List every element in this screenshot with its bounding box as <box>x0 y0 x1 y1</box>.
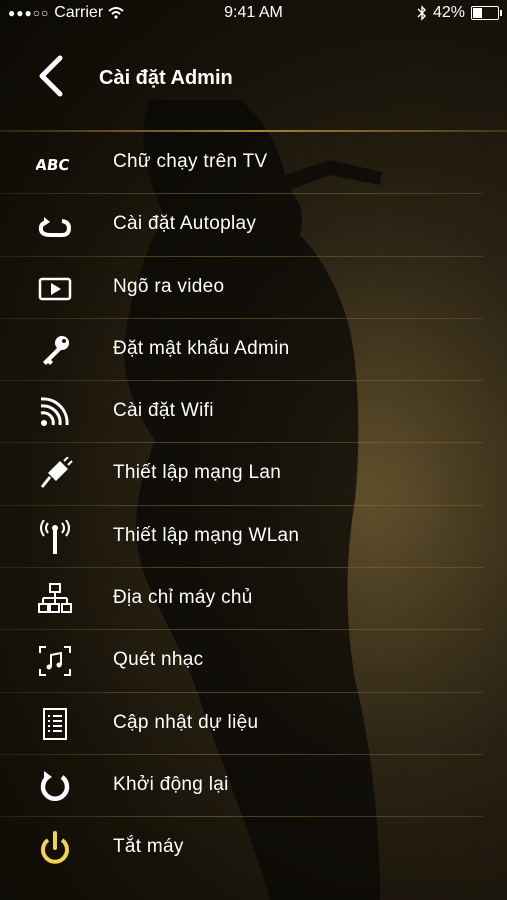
back-chevron-icon[interactable] <box>36 54 66 98</box>
bluetooth-icon <box>417 5 426 21</box>
server-network-icon <box>36 582 74 616</box>
menu-item-restart[interactable]: Khởi động lại <box>0 755 507 818</box>
menu-item-music-scan[interactable]: Quét nhạc <box>0 630 507 693</box>
menu-item-video-output[interactable]: Ngõ ra video <box>0 257 507 319</box>
menu-item-admin-password[interactable]: Đặt mật khẩu Admin <box>0 319 507 382</box>
menu-item-label: Ngõ ra video <box>113 275 225 297</box>
menu-item-shutdown[interactable]: Tắt máy <box>0 817 507 879</box>
lan-cable-icon <box>36 456 74 491</box>
wifi-icon <box>36 395 74 429</box>
autoplay-loop-icon <box>36 208 74 242</box>
battery-percent: 42% <box>432 4 465 21</box>
menu-item-lan-settings[interactable]: Thiết lập mạng Lan <box>0 443 507 506</box>
menu-item-label: Thiết lập mạng Lan <box>113 462 282 484</box>
menu-item-data-update[interactable]: Cập nhật dự liệu <box>0 693 507 755</box>
menu-item-autoplay[interactable]: Cài đặt Autoplay <box>0 194 507 257</box>
page-title: Cài đặt Admin <box>99 67 233 89</box>
video-output-icon <box>36 271 74 305</box>
menu-item-label: Khởi động lại <box>113 773 229 795</box>
menu-item-label: Đặt mật khẩu Admin <box>113 337 290 359</box>
menu-item-label: Cập nhật dự liệu <box>113 711 259 733</box>
menu-item-server-address[interactable]: Địa chỉ máy chủ <box>0 568 507 631</box>
menu-item-label: Địa chỉ máy chủ <box>113 587 253 609</box>
menu-item-label: Quét nhạc <box>113 649 204 671</box>
menu-item-tv-scrolling-text[interactable]: ABC Chữ chạy trên TV <box>0 132 507 195</box>
power-icon <box>36 831 74 865</box>
menu-item-label: Tắt máy <box>113 836 184 858</box>
menu-item-label: Cài đặt Wifi <box>113 400 214 422</box>
menu-item-wlan-settings[interactable]: Thiết lập mạng WLan <box>0 506 507 569</box>
menu-item-label: Cài đặt Autoplay <box>113 213 257 235</box>
navigation-header: Cài đặt Admin <box>0 28 507 132</box>
menu-item-wifi-settings[interactable]: Cài đặt Wifi <box>0 381 507 444</box>
battery-icon <box>471 6 502 20</box>
music-scan-icon <box>36 644 74 678</box>
settings-menu: ABC Chữ chạy trên TV Cài đặt Autoplay Ng… <box>0 132 507 880</box>
abc-text-icon: ABC <box>34 146 74 180</box>
document-list-icon <box>36 707 74 741</box>
key-icon <box>36 333 74 367</box>
restart-icon <box>36 769 74 803</box>
menu-item-label: Chữ chạy trên TV <box>113 151 268 172</box>
status-bar: ●●●○○ Carrier 9:41 AM 42% <box>0 0 507 28</box>
svg-text:ABC: ABC <box>36 156 71 174</box>
antenna-icon <box>36 519 74 554</box>
menu-item-label: Thiết lập mạng WLan <box>113 524 300 546</box>
